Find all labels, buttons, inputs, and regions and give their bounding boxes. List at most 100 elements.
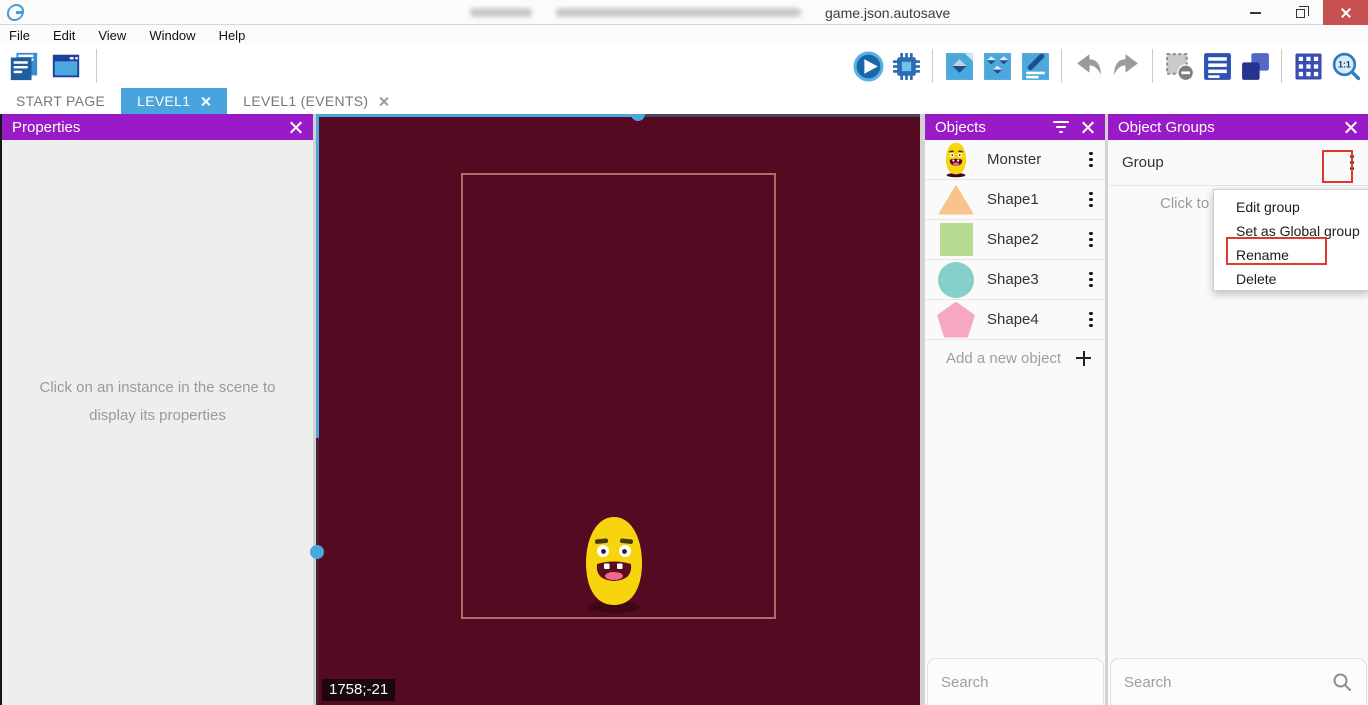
annotation-rect-rename: [1226, 237, 1327, 265]
grid-icon[interactable]: [1292, 50, 1324, 82]
menu-view[interactable]: View: [98, 28, 126, 43]
window-title: game.json.autosave: [470, 0, 950, 25]
main-area: Properties Click on an instance in the s…: [0, 114, 1368, 705]
object-name: Shape4: [987, 311, 1085, 328]
pink-pentagon-icon: [937, 302, 975, 338]
close-button[interactable]: [1323, 0, 1368, 25]
properties-panel-title: Properties: [12, 119, 279, 136]
object-name: Shape2: [987, 231, 1085, 248]
tab-close-icon[interactable]: [378, 96, 389, 107]
scene-canvas[interactable]: 1758;-21: [316, 114, 920, 705]
properties-empty-message: Click on an instance in the scene to dis…: [17, 374, 298, 430]
tab-label: START PAGE: [16, 93, 105, 109]
object-name: Shape1: [987, 191, 1085, 208]
menu-item-edit-group[interactable]: Edit group: [1214, 195, 1368, 219]
menu-help[interactable]: Help: [219, 28, 246, 43]
scene-top-resize-handle[interactable]: [631, 114, 645, 121]
object-menu-icon[interactable]: [1085, 228, 1105, 252]
object-menu-icon[interactable]: [1085, 268, 1105, 292]
tab-close-icon[interactable]: [200, 96, 211, 107]
menu-item-delete[interactable]: Delete: [1214, 267, 1368, 291]
tab-label: LEVEL1: [137, 93, 190, 109]
object-row-shape2[interactable]: Shape2: [925, 220, 1105, 260]
debug-icon[interactable]: [890, 50, 922, 82]
edit-scene-icon[interactable]: [1019, 50, 1051, 82]
gdevelop-logo-icon: [6, 4, 25, 21]
object-row-shape3[interactable]: Shape3: [925, 260, 1105, 300]
tab-start-page[interactable]: START PAGE: [0, 88, 121, 114]
object-menu-icon[interactable]: [1085, 148, 1105, 172]
minimize-button[interactable]: [1233, 0, 1278, 25]
toolbar-separator: [96, 49, 97, 83]
objects-list-icon[interactable]: [1201, 50, 1233, 82]
zoom-original-icon[interactable]: 1:1: [1330, 50, 1362, 82]
undo-icon[interactable]: [1072, 50, 1104, 82]
filter-icon[interactable]: [1051, 119, 1071, 136]
object-row-shape4[interactable]: Shape4: [925, 300, 1105, 340]
object-groups-panel-header: Object Groups: [1108, 114, 1368, 140]
monster-instance[interactable]: [580, 515, 648, 615]
orange-triangle-icon: [938, 185, 974, 215]
redo-icon[interactable]: [1110, 50, 1142, 82]
objects-panel: Objects Monster Shape1 Shape2 S: [925, 114, 1105, 705]
object-name: Monster: [987, 151, 1085, 168]
gdevelop-window: game.json.autosave File Edit View Window…: [0, 0, 1368, 705]
toolbar-separator: [1061, 49, 1062, 83]
tab-level1[interactable]: LEVEL1: [121, 88, 227, 114]
groups-search-card: [1110, 658, 1367, 705]
redacted-title-text: [470, 8, 532, 17]
close-icon: [1340, 7, 1352, 19]
scene-top-border: [638, 114, 920, 117]
menu-file[interactable]: File: [9, 28, 30, 43]
add-object-icon[interactable]: [943, 50, 975, 82]
groups-search-input[interactable]: [1124, 674, 1331, 691]
teal-circle-icon: [938, 262, 974, 298]
object-menu-icon[interactable]: [1085, 308, 1105, 332]
title-bar: game.json.autosave: [0, 0, 1368, 25]
monster-icon: [943, 142, 969, 178]
plus-icon: [1076, 351, 1091, 366]
clear-selection-icon[interactable]: [1163, 50, 1195, 82]
object-row-monster[interactable]: Monster: [925, 140, 1105, 180]
group-context-menu: Edit group Set as Global group Rename De…: [1213, 189, 1368, 291]
object-name: Shape3: [987, 271, 1085, 288]
scene-window-top-border: [316, 114, 638, 117]
add-multiple-objects-icon[interactable]: [981, 50, 1013, 82]
window-title-text: game.json.autosave: [825, 5, 950, 21]
object-row-shape1[interactable]: Shape1: [925, 180, 1105, 220]
menu-window[interactable]: Window: [149, 28, 195, 43]
toolbar-separator: [932, 49, 933, 83]
tab-level1-events[interactable]: LEVEL1 (EVENTS): [227, 88, 405, 114]
play-icon[interactable]: [852, 50, 884, 82]
add-new-object-button[interactable]: Add a new object: [925, 340, 1105, 376]
scene-window-left-border: [316, 114, 319, 438]
add-new-object-label: Add a new object: [946, 350, 1076, 367]
search-icon: [1331, 671, 1353, 693]
properties-close-icon[interactable]: [289, 120, 303, 134]
object-menu-icon[interactable]: [1085, 188, 1105, 212]
layers-icon[interactable]: [1239, 50, 1271, 82]
toolbar: 1:1: [0, 44, 1368, 88]
project-manager-icon[interactable]: [50, 50, 82, 82]
objects-close-icon[interactable]: [1081, 120, 1095, 134]
tab-bar: START PAGE LEVEL1 LEVEL1 (EVENTS): [0, 88, 1368, 114]
restore-button[interactable]: [1278, 0, 1323, 25]
menu-bar: File Edit View Window Help: [0, 26, 1368, 44]
scene-left-resize-handle[interactable]: [310, 545, 324, 559]
green-square-icon: [940, 223, 973, 256]
cursor-coordinates: 1758;-21: [322, 679, 395, 701]
menu-edit[interactable]: Edit: [53, 28, 75, 43]
open-project-icon[interactable]: [8, 50, 40, 82]
objects-search-card: [927, 658, 1104, 705]
group-name: Group: [1122, 154, 1342, 171]
object-groups-panel-title: Object Groups: [1118, 119, 1334, 136]
object-groups-close-icon[interactable]: [1344, 120, 1358, 134]
toolbar-separator: [1152, 49, 1153, 83]
annotation-rect-group-menu: [1322, 150, 1353, 183]
toolbar-separator: [1281, 49, 1282, 83]
tab-label: LEVEL1 (EVENTS): [243, 93, 368, 109]
groups-hint-text: Click to: [1160, 195, 1209, 212]
svg-text:1:1: 1:1: [1338, 59, 1351, 69]
objects-panel-title: Objects: [935, 119, 1051, 136]
properties-panel: Properties Click on an instance in the s…: [2, 114, 313, 705]
